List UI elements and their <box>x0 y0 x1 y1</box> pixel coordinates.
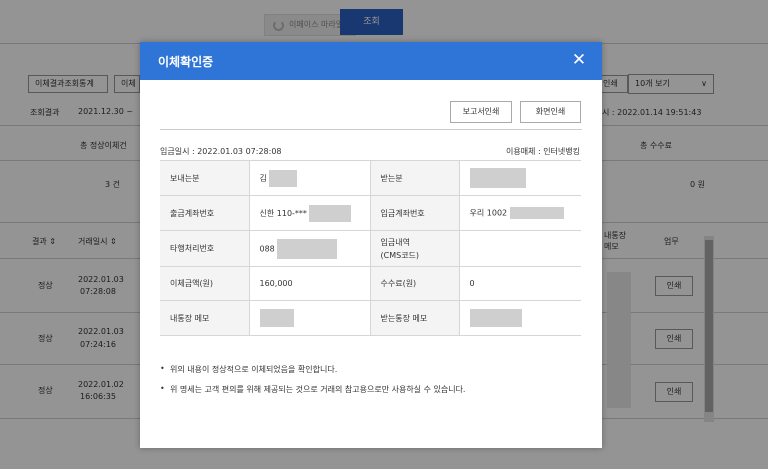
amount-value: 160,000 <box>248 266 371 301</box>
transfer-confirmation-modal: 이체확인증 ✕ 보고서인쇄 화면인쇄 입금일시 : 2022.01.03 07:… <box>140 42 602 448</box>
modal-header: 이체확인증 ✕ <box>140 42 602 80</box>
channel: 이용매체 : 인터넷뱅킹 <box>505 147 580 156</box>
deposit-account-label: 입금계좌번호 <box>369 195 460 231</box>
my-memo-value <box>248 300 371 336</box>
redacted-block <box>469 309 522 327</box>
deposit-account-value: 우리 1002 <box>458 195 581 231</box>
deposit-memo-cms-value <box>458 230 581 267</box>
withdrawal-account-text: 신한 110-*** <box>259 208 307 218</box>
redacted-block <box>259 309 294 327</box>
amount-label: 이체금액(원) <box>160 266 250 301</box>
note-item: 위의 내용이 정상적으로 이체되었음을 확인합니다. <box>160 364 465 375</box>
table-row: 이체금액(원) 160,000 수수료(원) 0 <box>160 266 581 301</box>
sender-value-text: 김 <box>259 173 267 183</box>
redacted-block <box>509 207 564 219</box>
recipient-value <box>458 160 581 196</box>
other-bank-ref-label: 타행처리번호 <box>160 230 250 267</box>
other-bank-ref-text: 088 <box>259 244 275 253</box>
deposit-datetime: 입금일시 : 2022.01.03 07:28:08 <box>160 147 282 156</box>
table-row: 내통장 메모 받는통장 메모 <box>160 300 581 336</box>
redacted-block <box>277 238 338 259</box>
recipient-label: 받는분 <box>369 160 460 196</box>
redacted-block <box>469 168 526 188</box>
deposit-account-text: 우리 1002 <box>469 208 508 218</box>
detail-table: 보내는분 김 받는분 출금계좌번호 신한 110-*** 입금계좌번호 우리 1… <box>160 160 581 336</box>
redacted-block <box>309 204 352 222</box>
other-bank-ref-value: 088 <box>248 230 371 267</box>
divider <box>160 129 582 130</box>
redacted-block <box>269 169 298 187</box>
withdrawal-account-value: 신한 110-*** <box>248 195 371 231</box>
report-print-button[interactable]: 보고서인쇄 <box>450 101 512 123</box>
table-row: 타행처리번호 088 입금내역 (CMS코드) <box>160 230 581 267</box>
recipient-memo-label: 받는통장 메모 <box>369 300 460 336</box>
sender-label: 보내는분 <box>160 160 250 196</box>
screen-print-button[interactable]: 화면인쇄 <box>520 101 581 123</box>
close-icon[interactable]: ✕ <box>570 51 588 69</box>
table-row: 출금계좌번호 신한 110-*** 입금계좌번호 우리 1002 <box>160 195 581 231</box>
note-item: 위 명세는 고객 편의를 위해 제공되는 것으로 거래의 참고용으로만 사용하실… <box>160 384 465 395</box>
fee-label: 수수료(원) <box>369 266 460 301</box>
table-row: 보내는분 김 받는분 <box>160 160 581 196</box>
modal-title: 이체확인증 <box>158 55 214 69</box>
recipient-memo-value <box>458 300 581 336</box>
my-memo-label: 내통장 메모 <box>160 300 250 336</box>
withdrawal-account-label: 출금계좌번호 <box>160 195 250 231</box>
deposit-memo-cms-label: 입금내역 (CMS코드) <box>369 230 460 267</box>
notes-list: 위의 내용이 정상적으로 이체되었음을 확인합니다. 위 명세는 고객 편의를 … <box>160 364 465 404</box>
fee-value: 0 <box>458 266 581 301</box>
sender-value: 김 <box>248 160 371 196</box>
